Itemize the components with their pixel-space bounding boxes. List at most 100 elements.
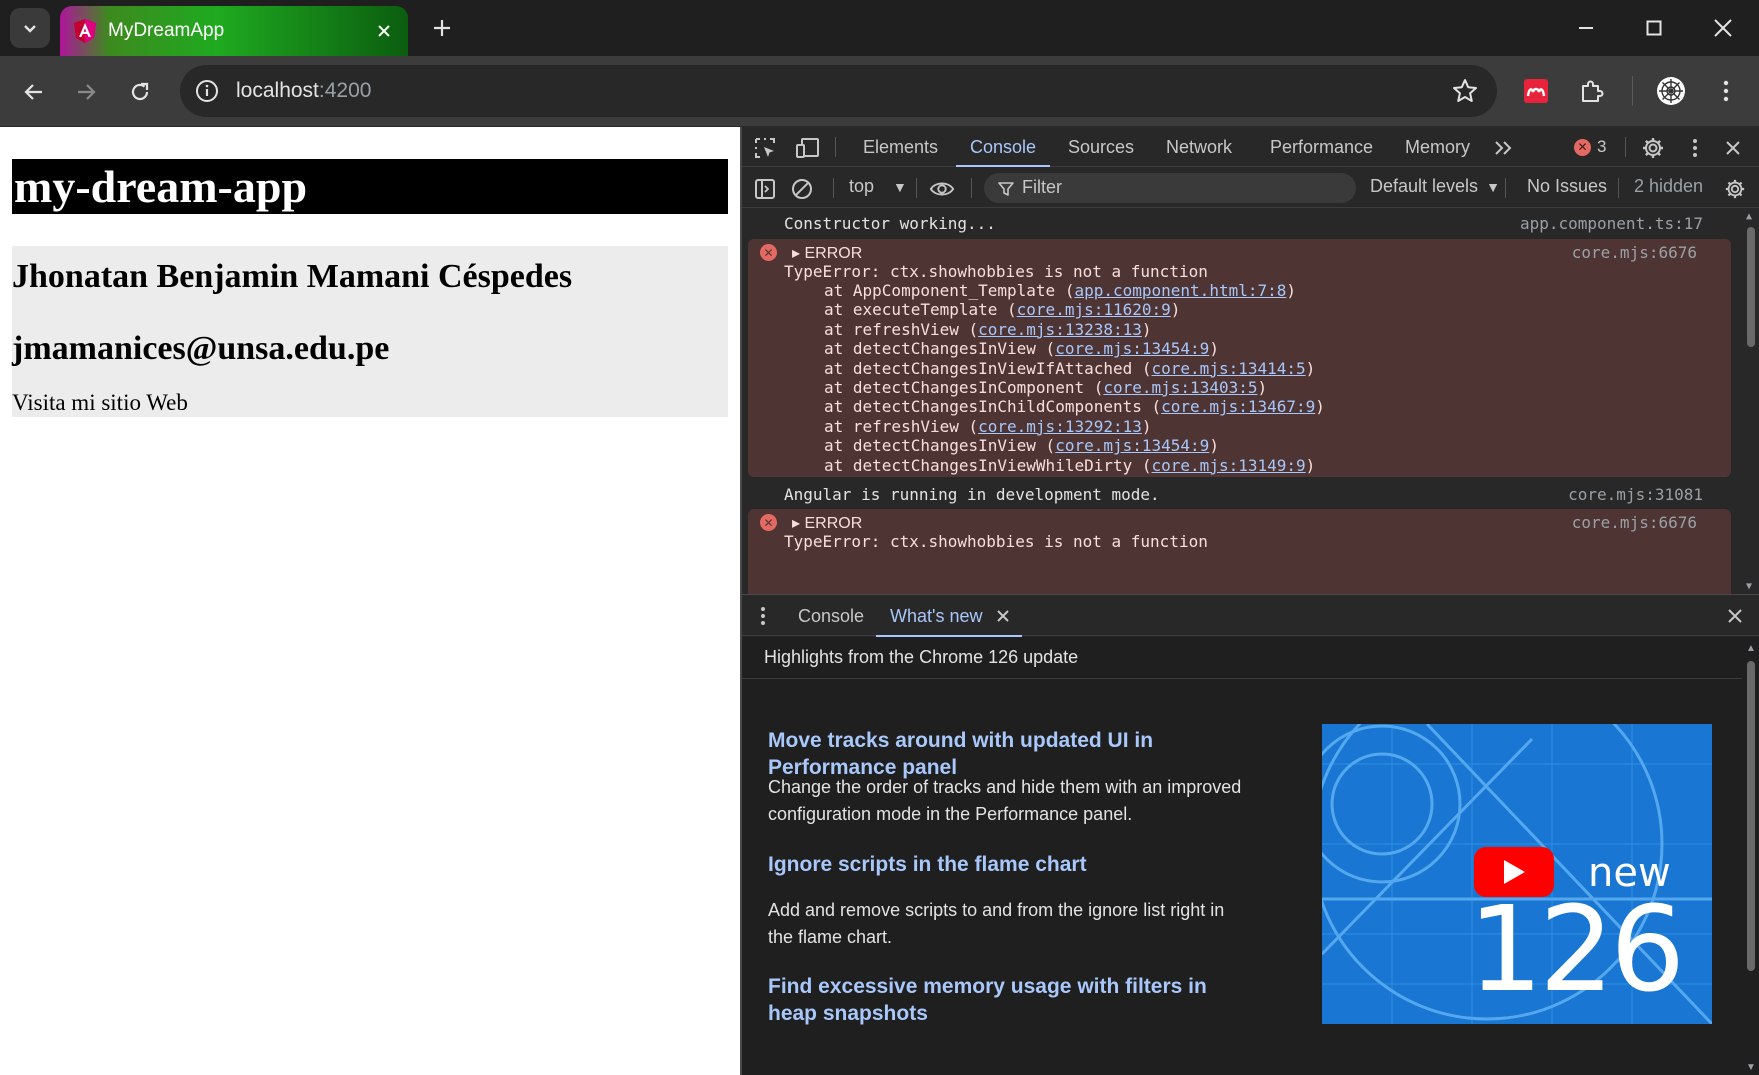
- console-toolbar: top ▼ Filter Default levels ▼ No Issues …: [742, 168, 1759, 208]
- feature-title-link[interactable]: Move tracks around with updated UI in Pe…: [768, 727, 1248, 781]
- console-scrollbar[interactable]: ▲ ▼: [1743, 209, 1759, 594]
- page-title: my-dream-app: [12, 159, 728, 214]
- issues-button[interactable]: No Issues: [1527, 176, 1607, 197]
- avatar-icon: [1657, 77, 1685, 105]
- browser-toolbar: localhost:4200: [0, 56, 1759, 126]
- gear-icon: [1725, 179, 1745, 199]
- drawer-tab-whats-new[interactable]: What's new: [875, 595, 1024, 637]
- more-tabs-button[interactable]: [1490, 135, 1516, 161]
- stack-frame-source-link[interactable]: core.mjs:13454:9: [1055, 339, 1209, 358]
- error-label: ERROR: [804, 245, 863, 262]
- stack-frame: at detectChangesInView (core.mjs:13454:9…: [824, 436, 1219, 455]
- tab-elements[interactable]: Elements: [863, 127, 938, 167]
- new-tab-button[interactable]: [424, 10, 460, 46]
- toolbar-divider: [1632, 76, 1633, 106]
- console-settings-button[interactable]: [1722, 176, 1748, 202]
- stack-frame-function: at detectChangesInViewIfAttached (: [824, 358, 1152, 378]
- stack-frame-source-link[interactable]: core.mjs:13292:13: [978, 417, 1142, 436]
- log-source-link[interactable]: core.mjs:31081: [1568, 485, 1703, 504]
- live-expression-button[interactable]: [929, 176, 955, 202]
- stack-frame-source-link[interactable]: app.component.html:7:8: [1074, 281, 1286, 300]
- stack-frame-source-link[interactable]: core.mjs:13454:9: [1055, 436, 1209, 455]
- tab-sources[interactable]: Sources: [1068, 127, 1134, 167]
- dropdown-arrow-icon: ▼: [893, 179, 907, 195]
- stack-frame-source-link[interactable]: core.mjs:13403:5: [1103, 378, 1257, 397]
- address-bar[interactable]: localhost:4200: [180, 65, 1497, 117]
- drawer-menu-button[interactable]: [750, 603, 776, 629]
- toolbar-divider: [916, 178, 917, 198]
- whats-new-scrollbar[interactable]: ▲ ▼: [1743, 637, 1759, 1075]
- stack-frame: at refreshView (core.mjs:13292:13): [824, 417, 1152, 436]
- show-sidebar-button[interactable]: [752, 176, 778, 202]
- error-source-link[interactable]: core.mjs:6676: [1572, 513, 1697, 532]
- devtools-close-button[interactable]: [1720, 135, 1746, 161]
- filter-placeholder: Filter: [1022, 177, 1062, 197]
- close-icon: [378, 25, 390, 37]
- stack-frame-source-link[interactable]: core.mjs:13414:5: [1152, 359, 1306, 378]
- window-close-button[interactable]: [1703, 8, 1743, 48]
- feature-title-link[interactable]: Ignore scripts in the flame chart: [768, 851, 1248, 878]
- profile-card: Jhonatan Benjamin Mamani Céspedes jmaman…: [12, 246, 728, 417]
- stack-frame-function: at refreshView (: [824, 319, 979, 339]
- stack-frame-end: ): [1209, 436, 1219, 456]
- browser-tab[interactable]: MyDreamApp: [60, 6, 408, 56]
- browser-menu-button[interactable]: [1706, 71, 1746, 111]
- context-selector[interactable]: top ▼: [849, 176, 907, 197]
- drawer-tab-console[interactable]: Console: [798, 595, 864, 637]
- stack-frame-function: at detectChangesInViewWhileDirty (: [824, 455, 1152, 475]
- site-info-icon[interactable]: [194, 78, 220, 104]
- log-source-link[interactable]: app.component.ts:17: [1520, 214, 1703, 233]
- stack-frame-source-link[interactable]: core.mjs:13149:9: [1152, 456, 1306, 475]
- tab-title: MyDreamApp: [108, 20, 225, 41]
- stack-frame-function: at executeTemplate (: [824, 300, 1017, 320]
- console-log-message[interactable]: Angular is running in development mode. …: [742, 479, 1743, 509]
- extensions-button[interactable]: [1572, 71, 1612, 111]
- error-source-link[interactable]: core.mjs:6676: [1572, 243, 1697, 262]
- console-error-message[interactable]: ✕ ▸ ERROR core.mjs:6676 TypeError: ctx.s…: [748, 239, 1731, 477]
- stack-frame: at detectChangesInChildComponents (core.…: [824, 397, 1325, 416]
- release-video-thumbnail[interactable]: new 126: [1322, 724, 1712, 1024]
- filter-input[interactable]: Filter: [984, 173, 1356, 203]
- close-whats-new-tab-button[interactable]: [990, 603, 1016, 629]
- forward-button[interactable]: [66, 72, 106, 112]
- stack-frame-source-link[interactable]: core.mjs:13467:9: [1161, 397, 1315, 416]
- puzzle-icon: [1582, 80, 1604, 102]
- error-text: TypeError: ctx.showhobbies is not a func…: [784, 532, 1208, 551]
- device-toolbar-button[interactable]: [795, 135, 821, 161]
- stack-frame-end: ): [1257, 378, 1268, 397]
- log-text: Angular is running in development mode.: [784, 485, 1160, 504]
- stack-frame-source-link[interactable]: core.mjs:13238:13: [978, 320, 1142, 339]
- error-expand-toggle[interactable]: ▸ ERROR: [792, 243, 862, 263]
- back-button[interactable]: [14, 72, 54, 112]
- close-drawer-button[interactable]: [1722, 603, 1748, 629]
- error-expand-toggle[interactable]: ▸ ERROR: [792, 513, 862, 533]
- url-text[interactable]: localhost:4200: [236, 79, 371, 103]
- profile-button[interactable]: [1651, 71, 1691, 111]
- more-vert-icon: [1693, 139, 1697, 157]
- log-levels-dropdown[interactable]: Default levels ▼: [1370, 176, 1500, 197]
- reload-button[interactable]: [120, 72, 160, 112]
- devtools-settings-button[interactable]: [1640, 135, 1666, 161]
- devtools-menu-button[interactable]: [1682, 135, 1708, 161]
- feature-title-link[interactable]: Find excessive memory usage with filters…: [768, 973, 1248, 1027]
- maximize-button[interactable]: [1634, 8, 1674, 48]
- stack-frame-source-link[interactable]: core.mjs:11620:9: [1017, 300, 1171, 319]
- error-counter[interactable]: ✕ 3: [1574, 137, 1606, 157]
- inspect-element-button[interactable]: [752, 135, 778, 161]
- console-error-message[interactable]: ✕ ▸ ERROR core.mjs:6676 TypeError: ctx.s…: [748, 509, 1731, 594]
- scrollbar-thumb[interactable]: [1747, 661, 1755, 971]
- tab-memory[interactable]: Memory: [1405, 127, 1470, 167]
- clear-console-button[interactable]: [789, 176, 815, 202]
- console-log-message[interactable]: Constructor working... app.component.ts:…: [742, 209, 1743, 239]
- star-icon[interactable]: [1451, 77, 1479, 105]
- tab-network[interactable]: Network: [1166, 127, 1232, 167]
- tab-close-button[interactable]: [372, 19, 396, 43]
- tab-search-button[interactable]: [10, 8, 50, 48]
- stack-frame-end: ): [1305, 455, 1316, 475]
- tab-performance[interactable]: Performance: [1270, 127, 1373, 167]
- scrollbar-thumb[interactable]: [1747, 227, 1755, 347]
- tab-console[interactable]: Console: [955, 127, 1051, 167]
- scroll-up-icon: ▲: [1746, 643, 1756, 654]
- extension-mendeley-button[interactable]: [1516, 71, 1556, 111]
- minimize-button[interactable]: [1566, 8, 1606, 48]
